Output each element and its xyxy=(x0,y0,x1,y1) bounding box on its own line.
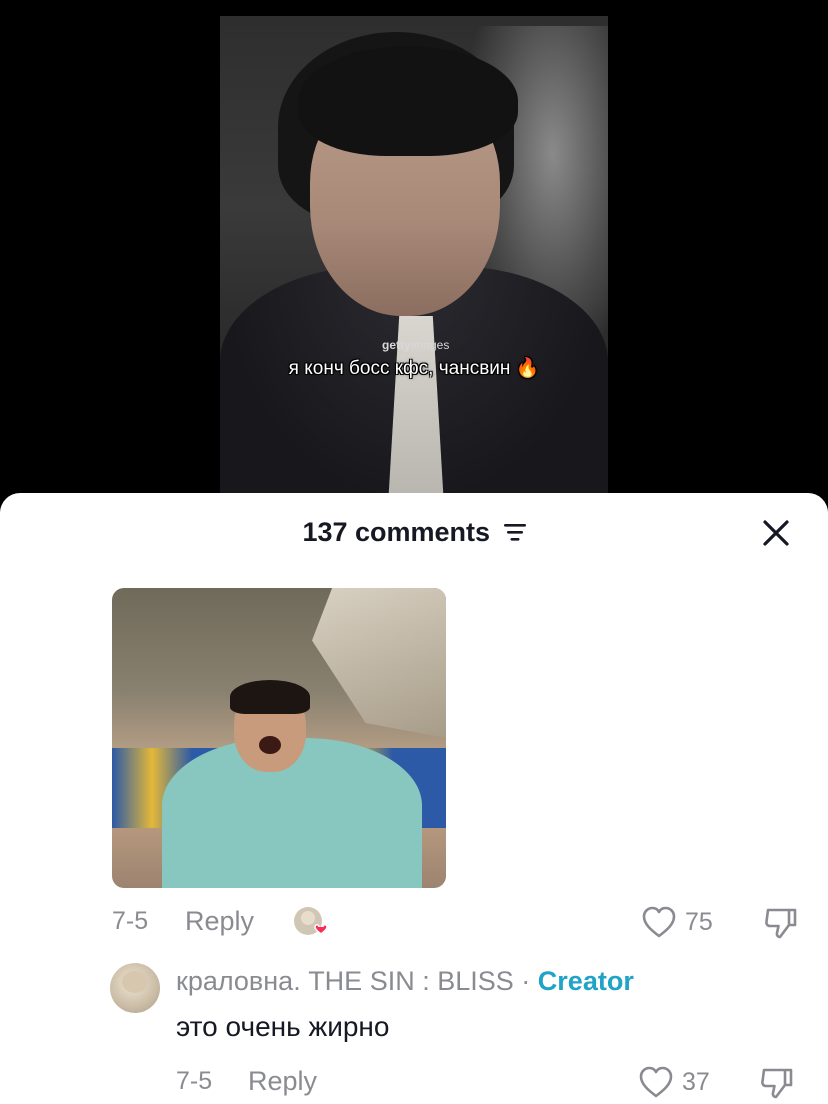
image-person-mouth xyxy=(259,736,281,754)
creator-liked-badge xyxy=(293,906,328,940)
like-button[interactable]: 37 xyxy=(638,1065,718,1099)
reply-button[interactable]: Reply xyxy=(248,1066,317,1097)
video-caption: я конч босс кфс, чансвин 🔥 xyxy=(288,358,540,379)
reply-button[interactable]: Reply xyxy=(185,906,254,937)
image-person-hair xyxy=(230,680,310,714)
heart-outline-icon xyxy=(639,1066,673,1098)
comments-sheet: 137 comments 7-5 Reply 75 краловна. THE … xyxy=(0,493,828,1104)
filter-icon[interactable] xyxy=(503,523,526,541)
video-frame[interactable]: gettyimages я конч босс кфс, чансвин 🔥 xyxy=(220,16,608,494)
comment-date: 7-5 xyxy=(176,1067,213,1095)
heart-outline-icon xyxy=(642,906,676,938)
like-button[interactable]: 75 xyxy=(641,905,721,939)
avatar[interactable] xyxy=(110,963,160,1013)
like-count: 37 xyxy=(682,1068,710,1096)
comment-image[interactable] xyxy=(112,588,446,888)
comment-text: это очень жирно xyxy=(176,1011,390,1042)
dislike-icon[interactable] xyxy=(758,1063,796,1101)
dislike-icon[interactable] xyxy=(762,903,800,941)
comment-author[interactable]: краловна. THE SIN : BLISS · Creator xyxy=(176,966,634,997)
separator: · xyxy=(521,966,531,996)
username[interactable]: краловна. THE SIN : BLISS xyxy=(176,966,514,996)
comment-date: 7-5 xyxy=(112,907,149,935)
close-icon[interactable] xyxy=(760,517,792,549)
video-fringe xyxy=(298,46,518,156)
creator-liked-avatar-icon xyxy=(294,907,328,936)
comment-count-label: 137 comments xyxy=(302,517,491,547)
getty-watermark: gettyimages xyxy=(382,338,450,352)
comment-meta: 7-5 Reply 75 xyxy=(0,905,828,945)
creator-badge: Creator xyxy=(537,966,634,996)
comments-header: 137 comments xyxy=(0,511,828,555)
image-wall xyxy=(312,588,446,738)
comment-count[interactable]: 137 comments xyxy=(0,517,828,548)
like-count: 75 xyxy=(685,908,713,936)
comment-meta: 7-5 Reply 37 xyxy=(0,1065,828,1104)
